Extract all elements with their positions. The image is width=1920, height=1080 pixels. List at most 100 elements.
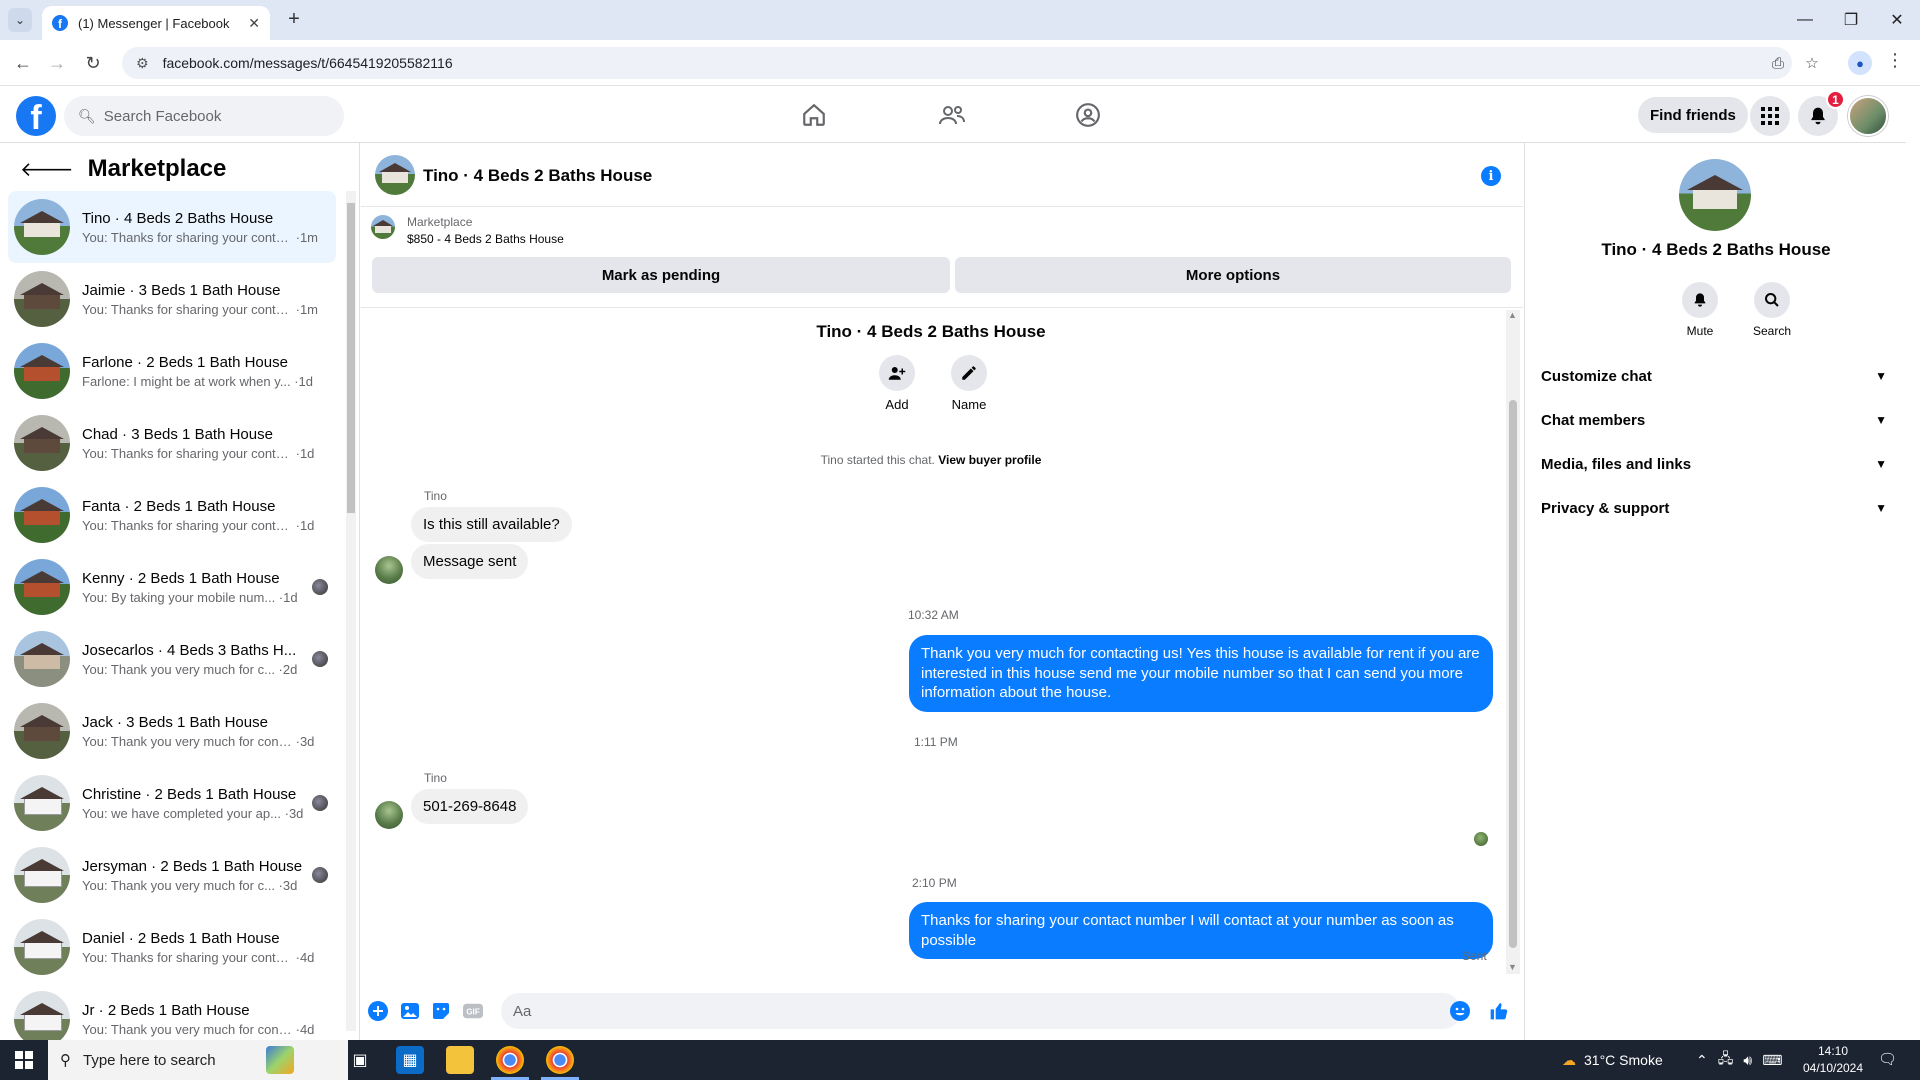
plus-circle-icon[interactable]	[368, 1001, 388, 1021]
volume-icon[interactable]: 🔊︎	[1743, 1052, 1752, 1069]
close-tab-icon[interactable]: ✕	[248, 15, 260, 32]
taskbar-clock[interactable]: 14:10 04/10/2024	[1800, 1043, 1866, 1077]
search-icon: ⚲	[60, 1052, 71, 1069]
find-friends-button[interactable]: Find friends	[1638, 97, 1748, 133]
add-people-button[interactable]: Add	[867, 355, 927, 412]
conversation-item[interactable]: Jersyman · 2 Beds 1 Bath House You: Thank…	[8, 839, 336, 911]
scroll-down-arrow-icon[interactable]: ▼	[1508, 962, 1517, 972]
thread-scroll-thumb[interactable]	[1509, 400, 1517, 948]
message-input[interactable]	[501, 993, 1461, 1029]
conversation-item[interactable]: Jr · 2 Beds 1 Bath House You: Thank you v…	[8, 983, 336, 1040]
search-in-chat-button[interactable]: Search	[1747, 282, 1797, 338]
task-view-icon[interactable]: ▣	[346, 1046, 374, 1074]
emoji-icon[interactable]	[1450, 1001, 1470, 1021]
view-buyer-profile-link[interactable]: View buyer profile	[938, 453, 1041, 467]
privacy-support-section[interactable]: Privacy & support ▼	[1541, 490, 1891, 526]
home-icon[interactable]	[794, 98, 834, 132]
friends-icon[interactable]	[932, 98, 972, 132]
network-icon[interactable]: 🖧	[1718, 1048, 1734, 1072]
chrome-profile-icon[interactable]	[546, 1046, 574, 1074]
weather-widget[interactable]: ☁ 31°C Smoke	[1562, 1040, 1663, 1080]
conversation-item[interactable]: Tino · 4 Beds 2 Baths House You: Thanks f…	[8, 191, 336, 263]
action-center-icon[interactable]: 🗨	[1878, 1050, 1897, 1068]
incoming-message[interactable]: Message sent	[411, 544, 529, 579]
conversation-time: 1m	[299, 229, 319, 245]
conversation-item[interactable]: Farlone · 2 Beds 1 Bath House Farlone: I …	[8, 335, 336, 407]
gif-icon[interactable]: GIF	[463, 1001, 483, 1021]
bookmark-star-icon[interactable]: ☆	[1800, 47, 1824, 79]
conversation-item[interactable]: Jaimie · 3 Beds 1 Bath House You: Thanks …	[8, 263, 336, 335]
page-scrollbar[interactable]	[1906, 86, 1920, 1040]
widgets-icon[interactable]	[266, 1046, 294, 1074]
conversation-item[interactable]: Christine · 2 Beds 1 Bath House You: we h…	[8, 767, 336, 839]
sidebar-scroll-thumb[interactable]	[347, 203, 355, 513]
customize-chat-section[interactable]: Customize chat ▼	[1541, 358, 1891, 394]
taskbar-search[interactable]: ⚲ Type here to search	[48, 1040, 348, 1080]
mark-as-pending-button[interactable]: Mark as pending	[372, 257, 950, 293]
back-icon[interactable]: ←	[10, 50, 36, 76]
chrome-icon[interactable]	[496, 1046, 524, 1074]
chat-members-section[interactable]: Chat members ▼	[1541, 402, 1891, 438]
site-info-icon[interactable]: ⚙	[136, 55, 149, 72]
new-tab-icon[interactable]: +	[282, 8, 306, 31]
back-arrow-icon[interactable]: 🡐	[20, 157, 74, 182]
name-chat-button[interactable]: Name	[939, 355, 999, 412]
more-options-button[interactable]: More options	[955, 257, 1511, 293]
separator-dot: ·	[274, 877, 283, 893]
thread-scrollbar[interactable]: ▲ ▼	[1506, 310, 1520, 974]
incoming-message[interactable]: Is this still available?	[411, 507, 572, 542]
incoming-message[interactable]: 501-269-8648	[411, 789, 529, 824]
keyboard-icon[interactable]: ⌨	[1762, 1052, 1782, 1069]
details-listing-thumbnail[interactable]	[1679, 159, 1751, 231]
conversation-name: Fanta · 2 Beds 1 Bath House	[82, 497, 276, 515]
microsoft-store-icon[interactable]: ▦	[396, 1046, 424, 1074]
conversation-item[interactable]: Kenny · 2 Beds 1 Bath House You: By takin…	[8, 551, 336, 623]
sent-status: Sent	[1462, 949, 1487, 963]
listing-thumbnail	[14, 271, 70, 327]
chat-title[interactable]: Tino · 4 Beds 2 Baths House	[423, 166, 652, 186]
read-receipt-avatar	[312, 651, 328, 667]
chat-listing-thumbnail[interactable]	[375, 155, 415, 195]
file-explorer-icon[interactable]	[446, 1046, 474, 1074]
account-avatar[interactable]	[1848, 96, 1888, 136]
conversation-name: Kenny · 2 Beds 1 Bath House	[82, 569, 280, 587]
timestamp: 1:11 PM	[914, 735, 958, 749]
photo-icon[interactable]	[400, 1001, 420, 1021]
forward-icon[interactable]: →	[44, 50, 70, 76]
browser-menu-icon[interactable]: ⋮	[1886, 50, 1904, 71]
reload-icon[interactable]: ↻	[80, 50, 106, 76]
restore-icon[interactable]: ❐	[1828, 0, 1874, 40]
browser-tab[interactable]: f (1) Messenger | Facebook ✕	[42, 6, 270, 40]
conversation-name: Christine · 2 Beds 1 Bath House	[82, 785, 297, 803]
close-window-icon[interactable]: ✕	[1874, 0, 1920, 40]
sender-avatar[interactable]	[375, 556, 403, 584]
menu-grid-icon[interactable]	[1750, 96, 1790, 136]
conversation-item[interactable]: Jack · 3 Beds 1 Bath House You: Thank you…	[8, 695, 336, 767]
scroll-up-arrow-icon[interactable]: ▲	[1508, 310, 1517, 320]
conversation-item[interactable]: Chad · 3 Beds 1 Bath House You: Thanks fo…	[8, 407, 336, 479]
address-bar[interactable]: ⚙ facebook.com/messages/t/66454192055821…	[122, 47, 1792, 79]
groups-icon[interactable]	[1068, 98, 1108, 132]
sidebar-scrollbar[interactable]	[346, 191, 356, 1031]
sender-avatar[interactable]	[375, 801, 403, 829]
install-app-icon[interactable]: ⎙	[1766, 47, 1790, 79]
mute-button[interactable]: Mute	[1675, 282, 1725, 338]
conversation-item[interactable]: Josecarlos · 4 Beds 3 Baths H... You: Tha…	[8, 623, 336, 695]
info-icon[interactable]: i	[1481, 166, 1501, 186]
conversation-text: Jersyman · 2 Beds 1 Bath House You: Thank…	[82, 858, 330, 893]
media-files-links-section[interactable]: Media, files and links ▼	[1541, 446, 1891, 482]
browser-toolbar: ← → ↻ ⚙ facebook.com/messages/t/66454192…	[0, 40, 1920, 86]
facebook-logo-icon[interactable]: f	[16, 96, 56, 136]
profile-icon[interactable]: ●	[1848, 51, 1872, 75]
outgoing-message[interactable]: Thank you very much for contacting us! Y…	[909, 635, 1493, 712]
outgoing-message[interactable]: Thanks for sharing your contact number I…	[909, 902, 1493, 959]
tray-overflow-icon[interactable]: ⌃	[1696, 1052, 1708, 1069]
facebook-search[interactable]: 🔍︎ Search Facebook	[64, 96, 344, 136]
windows-start-icon[interactable]	[0, 1040, 48, 1080]
sticker-icon[interactable]	[431, 1001, 451, 1021]
minimize-icon[interactable]: —	[1782, 0, 1828, 40]
like-thumbs-up-icon[interactable]	[1489, 1001, 1509, 1021]
conversation-item[interactable]: Fanta · 2 Beds 1 Bath House You: Thanks f…	[8, 479, 336, 551]
conversation-item[interactable]: Daniel · 2 Beds 1 Bath House You: Thanks …	[8, 911, 336, 983]
tab-search-chevron-icon[interactable]: ⌄	[8, 8, 32, 32]
